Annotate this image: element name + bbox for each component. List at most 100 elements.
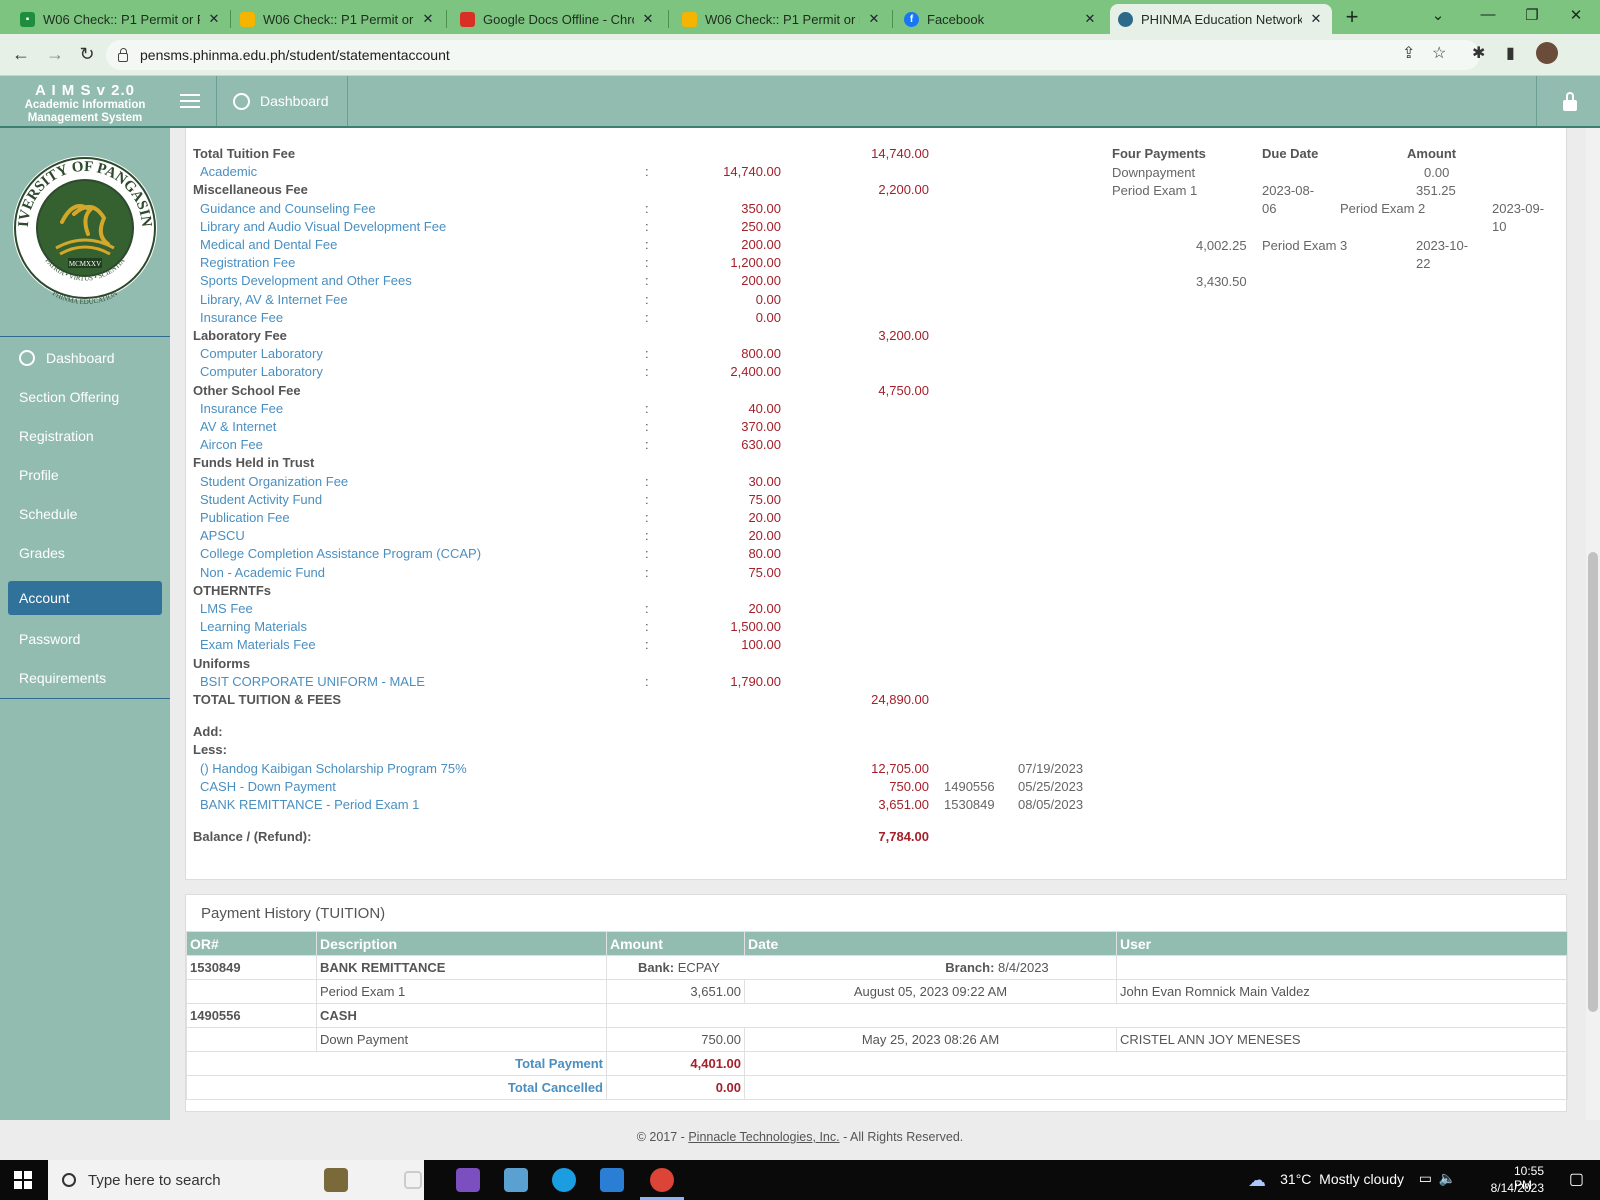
sidebar-item-password[interactable]: Password: [8, 622, 162, 656]
close-tab-icon[interactable]: ✕: [1082, 11, 1098, 27]
schedule-due: 10: [1492, 219, 1507, 234]
task-view-icon[interactable]: [404, 1171, 422, 1189]
address-bar: ← → ↻ pensms.phinma.edu.ph/student/state…: [0, 34, 1600, 76]
sidebar-item-section-offering[interactable]: Section Offering: [8, 380, 162, 414]
header-dashboard-link[interactable]: Dashboard: [216, 76, 348, 126]
branch-label: Branch:: [945, 960, 995, 975]
schedule-label: Period Exam 3: [1262, 238, 1348, 253]
weather-icon[interactable]: ☁: [1248, 1170, 1266, 1191]
notepad-icon[interactable]: [504, 1168, 528, 1192]
payment-history-table: OR# Description Amount Date User 1530849…: [186, 931, 1568, 1100]
fee-item-amount: 0.00: [755, 291, 781, 307]
fee-item-colon: :: [645, 601, 649, 616]
table-header-row: OR# Description Amount Date User: [186, 931, 1568, 956]
windows-start-icon[interactable]: [14, 1171, 32, 1189]
profile-avatar[interactable]: [1536, 42, 1558, 64]
sidebar-item-requirements[interactable]: Requirements: [8, 661, 162, 695]
url-field[interactable]: pensms.phinma.edu.ph/student/statementac…: [106, 40, 1480, 70]
vscode-icon[interactable]: [600, 1168, 624, 1192]
forward-icon[interactable]: →: [44, 44, 66, 65]
fee-item-label: Medical and Dental Fee: [200, 237, 338, 252]
extensions-icon[interactable]: ✱: [1472, 43, 1485, 63]
tab-search-icon[interactable]: ⌄: [1428, 6, 1448, 24]
section-heading: Other School Fee: [193, 382, 301, 398]
share-icon[interactable]: ⇪: [1402, 43, 1415, 63]
minimize-icon[interactable]: —: [1478, 6, 1498, 23]
weather-text[interactable]: 31°C Mostly cloudy: [1280, 1171, 1404, 1187]
deduction-or-number: 1530849: [944, 797, 995, 812]
app-subtitle: Management System: [27, 112, 143, 124]
visual-studio-icon[interactable]: [456, 1168, 480, 1192]
sidebar-item-registration[interactable]: Registration: [8, 419, 162, 453]
browser-tab[interactable]: Google Docs Offline - Chrom ✕: [452, 4, 664, 34]
close-tab-icon[interactable]: ✕: [420, 11, 436, 27]
reload-icon[interactable]: ↻: [76, 44, 98, 65]
sidebar-item-grades[interactable]: Grades: [8, 536, 162, 570]
lock-button[interactable]: [1536, 76, 1600, 126]
app-header: A I M S v 2.0 Academic Information Manag…: [0, 76, 1600, 128]
payment-date: August 05, 2023 09:22 AM: [744, 979, 1117, 1004]
windows-taskbar: Type here to search ☁ 31°C Mostly cloudy…: [0, 1160, 1600, 1200]
section-heading: Funds Held in Trust: [193, 455, 315, 471]
page-scrollbar[interactable]: [1586, 128, 1600, 1120]
deduction-label: CASH - Down Payment: [200, 778, 336, 794]
main-content: Total Tuition Fee 14,740.00 Academic: 14,74…: [170, 128, 1586, 1120]
chrome-webstore-favicon-icon: [460, 11, 475, 27]
total-cancelled-label: Total Cancelled: [186, 1075, 607, 1100]
column-header: Date: [744, 931, 1117, 956]
footer-company-link[interactable]: Pinnacle Technologies, Inc.: [688, 1130, 839, 1144]
close-window-icon[interactable]: ✕: [1566, 6, 1586, 24]
fee-item-colon: :: [645, 564, 649, 580]
globe-favicon-icon: [1118, 11, 1133, 27]
fee-item-amount: 350.00: [741, 200, 781, 216]
network-icon[interactable]: ▭: [1419, 1170, 1432, 1187]
restore-icon[interactable]: ❐: [1522, 6, 1542, 24]
taskbar-search-box[interactable]: Type here to search: [48, 1160, 424, 1200]
fee-item-colon: :: [645, 400, 649, 416]
browser-tab[interactable]: ▪ W06 Check:: P1 Permit or Pro ✕: [12, 4, 230, 34]
dashboard-icon: [233, 92, 250, 110]
payment-description: BANK REMITTANCE: [316, 955, 607, 980]
new-tab-button[interactable]: +: [1342, 4, 1362, 30]
deduction-date: 05/25/2023: [1018, 778, 1084, 794]
fee-item-amount: 200.00: [741, 237, 781, 252]
browser-tab-active[interactable]: PHINMA Education Network ✕: [1110, 4, 1332, 34]
close-tab-icon[interactable]: ✕: [866, 11, 882, 27]
footer-suffix: - All Rights Reserved.: [839, 1130, 964, 1144]
section-total: 3,200.00: [878, 328, 929, 343]
sidebar-item-schedule[interactable]: Schedule: [8, 497, 162, 531]
close-tab-icon[interactable]: ✕: [640, 11, 656, 27]
fee-item-amount: 250.00: [741, 218, 781, 234]
close-tab-icon[interactable]: ✕: [1308, 11, 1324, 27]
notifications-icon[interactable]: ▢: [1569, 1169, 1584, 1189]
deduction-or-number: 1490556: [944, 778, 995, 794]
tab-title: W06 Check:: P1 Permit or Pro: [263, 11, 414, 27]
statement-of-account-panel: Total Tuition Fee 14,740.00 Academic: 14,74…: [185, 128, 1567, 880]
schedule-due: 2023-10-: [1416, 238, 1469, 253]
volume-icon[interactable]: 🔈: [1439, 1170, 1456, 1187]
fee-item-amount: 14,740.00: [723, 164, 781, 180]
menu-toggle-icon[interactable]: [180, 94, 200, 108]
bookmark-star-icon[interactable]: ☆: [1432, 43, 1446, 63]
clock-date[interactable]: 8/14/2023: [1491, 1181, 1544, 1195]
close-tab-icon[interactable]: ✕: [206, 11, 222, 27]
footer-prefix: © 2017 -: [636, 1130, 689, 1144]
sidebar-item-label: Requirements: [19, 670, 107, 686]
schedule-due: 06: [1262, 201, 1277, 216]
scrollbar-thumb[interactable]: [1588, 552, 1598, 1012]
fee-item-amount: 20.00: [748, 601, 781, 616]
sidebar-item-profile[interactable]: Profile: [8, 458, 162, 492]
browser-tab[interactable]: f Facebook ✕: [896, 4, 1106, 34]
fee-item-label: Exam Materials Fee: [200, 637, 316, 653]
sidebar-item-dashboard[interactable]: Dashboard: [8, 341, 162, 375]
slides-favicon-icon: [240, 11, 255, 27]
side-panel-icon[interactable]: ▮: [1506, 43, 1515, 63]
browser-tab[interactable]: W06 Check:: P1 Permit or Pro ✕: [674, 4, 890, 34]
sidebar-item-account[interactable]: Account: [8, 581, 162, 615]
browser-tab[interactable]: W06 Check:: P1 Permit or Pro ✕: [232, 4, 444, 34]
edge-icon[interactable]: [552, 1168, 576, 1192]
back-icon[interactable]: ←: [10, 44, 32, 65]
chrome-icon[interactable]: [650, 1168, 674, 1192]
search-highlight-icon[interactable]: [324, 1168, 348, 1192]
fee-item-amount: 80.00: [748, 546, 781, 562]
